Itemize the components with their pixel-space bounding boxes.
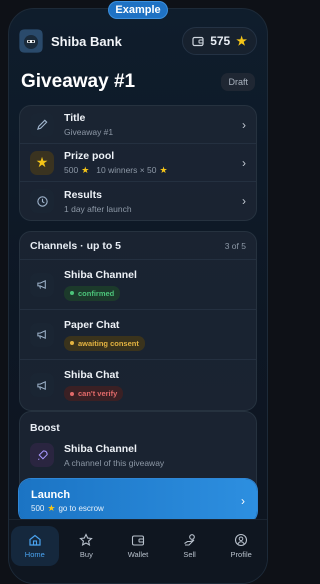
wallet-icon bbox=[192, 35, 204, 47]
settings-row-title[interactable]: Title Giveaway #1 › bbox=[20, 106, 256, 144]
star-icon: ★ bbox=[236, 34, 247, 48]
prize-detail: 10 winners × 50 bbox=[96, 165, 157, 175]
hand-coin-icon bbox=[183, 534, 195, 546]
settings-row-prize-pool[interactable]: ★ Prize pool 500 ★ 10 winners × 50 ★ › bbox=[20, 144, 256, 182]
row-title: Prize pool bbox=[64, 150, 115, 162]
row-subtitle: 1 day after launch bbox=[64, 203, 132, 214]
row-title: Results bbox=[64, 188, 102, 201]
launch-label: Launch bbox=[31, 489, 71, 501]
avatar[interactable] bbox=[19, 29, 43, 53]
boost-channel-name: Shiba Channel bbox=[64, 442, 137, 455]
clock-icon bbox=[30, 189, 54, 213]
channel-name: Shiba Channel bbox=[64, 268, 137, 281]
boost-row[interactable]: Shiba Channel A channel of this giveaway bbox=[20, 434, 256, 476]
megaphone-icon bbox=[30, 373, 54, 397]
row-subtitle: 500 ★ 10 winners × 50 ★ bbox=[64, 165, 236, 175]
status-text: can't verify bbox=[78, 389, 118, 398]
chevron-right-icon: › bbox=[242, 117, 246, 132]
tab-label: Wallet bbox=[127, 550, 149, 559]
app-title: Shiba Bank bbox=[51, 33, 122, 49]
launch-button[interactable]: Launch 500 ★ go to escrow › bbox=[19, 479, 257, 523]
star-icon: ★ bbox=[30, 150, 54, 175]
channel-row[interactable]: Shiba Channel confirmed bbox=[20, 260, 256, 310]
tab-label: Buy bbox=[79, 550, 93, 559]
tab-label: Profile bbox=[230, 550, 252, 559]
profile-icon bbox=[235, 533, 248, 547]
home-icon bbox=[29, 534, 41, 546]
row-title: Title bbox=[64, 112, 86, 124]
launch-amount: 500 bbox=[31, 504, 45, 513]
status-badge: Draft bbox=[221, 73, 255, 91]
status-text: awaiting consent bbox=[78, 338, 139, 348]
chevron-right-icon: › bbox=[241, 494, 245, 508]
star-icon: ★ bbox=[159, 164, 168, 175]
chevron-right-icon: › bbox=[242, 155, 246, 170]
boost-channel-sub: A channel of this giveaway bbox=[64, 457, 165, 468]
star-outline-icon bbox=[79, 533, 94, 546]
status-dot bbox=[70, 291, 74, 295]
star-icon: ★ bbox=[47, 503, 56, 513]
channels-title: Channels · up to 5 bbox=[30, 239, 122, 252]
channels-header: Channels · up to 5 3 of 5 bbox=[20, 232, 256, 260]
star-icon: ★ bbox=[81, 164, 90, 175]
chevron-right-icon: › bbox=[242, 194, 246, 208]
launch-subtitle: 500 ★ go to escrow bbox=[31, 503, 235, 514]
tab-profile[interactable]: Profile bbox=[217, 526, 265, 566]
status-badge: awaiting consent bbox=[64, 335, 145, 351]
status-dot bbox=[70, 341, 74, 345]
tab-label: Home bbox=[24, 550, 45, 559]
balance-button[interactable]: 575 ★ bbox=[182, 27, 257, 55]
tab-wallet[interactable]: Wallet bbox=[114, 526, 162, 566]
megaphone-icon bbox=[30, 272, 54, 297]
channel-name: Paper Chat bbox=[64, 318, 120, 331]
megaphone-icon bbox=[30, 322, 54, 347]
example-badge: Example bbox=[108, 1, 168, 19]
status-dot bbox=[70, 391, 74, 396]
row-subtitle: Giveaway #1 bbox=[64, 127, 114, 137]
channels-card: Channels · up to 5 3 of 5 Shiba Channel … bbox=[19, 231, 257, 411]
giveaway-settings-card: Title Giveaway #1 › ★ Prize pool 500 ★ 1… bbox=[19, 105, 257, 221]
phone-frame: Shiba Bank 575 ★ Giveaway #1 Draft Title… bbox=[8, 8, 268, 584]
channels-count: 3 of 5 bbox=[224, 240, 246, 251]
launch-suffix: go to escrow bbox=[58, 504, 104, 513]
channel-name: Shiba Chat bbox=[64, 369, 119, 381]
pencil-icon bbox=[30, 112, 54, 137]
status-text: confirmed bbox=[78, 288, 115, 298]
balance-amount: 575 bbox=[210, 34, 231, 48]
page-title: Giveaway #1 bbox=[21, 71, 136, 92]
status-badge: confirmed bbox=[64, 285, 121, 301]
channel-row[interactable]: Paper Chat awaiting consent bbox=[20, 310, 256, 360]
page-header: Giveaway #1 Draft bbox=[21, 71, 255, 93]
settings-row-results[interactable]: Results 1 day after launch › bbox=[20, 182, 256, 220]
prize-amount: 500 bbox=[64, 165, 79, 175]
rocket-icon bbox=[30, 443, 54, 467]
channel-row[interactable]: Shiba Chat can't verify bbox=[20, 360, 256, 410]
status-badge: can't verify bbox=[64, 386, 124, 401]
tab-buy[interactable]: Buy bbox=[62, 526, 110, 566]
tab-label: Sell bbox=[183, 550, 196, 559]
wallet-icon bbox=[131, 535, 145, 546]
tab-bar: Home Buy Wallet Sell Profile bbox=[9, 519, 267, 583]
tab-sell[interactable]: Sell bbox=[166, 526, 214, 566]
shiba-avatar-icon bbox=[20, 30, 42, 52]
app-header: Shiba Bank 575 ★ bbox=[19, 27, 257, 55]
tab-home[interactable]: Home bbox=[10, 526, 59, 566]
boost-title: Boost bbox=[30, 422, 60, 434]
